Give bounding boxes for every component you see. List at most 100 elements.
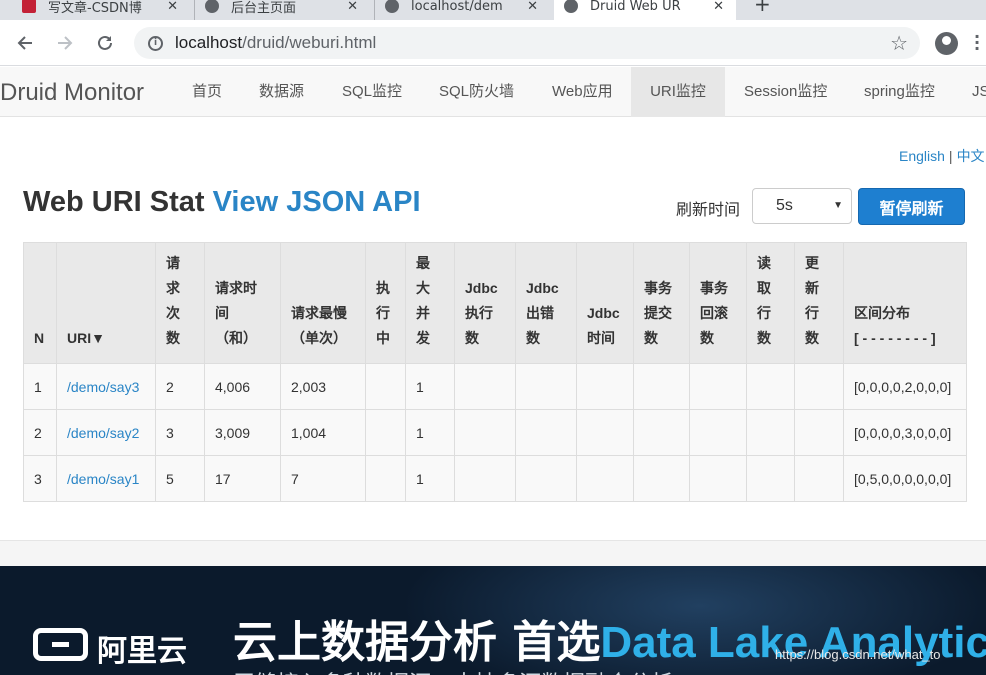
star-icon[interactable]: ☆ <box>890 31 908 55</box>
globe-icon <box>205 0 219 13</box>
cell-concurrent-max: 1 <box>405 409 455 456</box>
cell-update-rows <box>794 409 844 456</box>
close-icon[interactable]: ✕ <box>527 0 538 14</box>
col-header-request-time[interactable]: 请求时间（和） <box>204 242 281 364</box>
cell-max-time: 7 <box>280 455 366 502</box>
cell-uri: /demo/say3 <box>56 363 156 410</box>
cell-jdbc-time <box>576 363 634 410</box>
tab-label: Druid Web UR <box>590 0 681 14</box>
banner-title-cn: 云上数据分析 首选 <box>233 617 601 668</box>
english-link[interactable]: English <box>899 148 945 164</box>
nav-item-spring[interactable]: spring监控 <box>864 67 935 117</box>
nav-item-sql[interactable]: SQL监控 <box>342 67 402 117</box>
aliyun-logo-icon <box>33 628 88 661</box>
cell-tx-rollback <box>689 455 747 502</box>
nav-item-uri[interactable]: URI监控 <box>631 67 725 117</box>
table-header-row: N URI▼ 请求次数 请求时间（和） 请求最慢 （单次） 执行中 最大并发 Jd… <box>23 242 967 364</box>
close-icon[interactable]: ✕ <box>167 0 178 14</box>
col-header-uri[interactable]: URI▼ <box>56 242 156 364</box>
col-header-request-count[interactable]: 请求次数 <box>155 242 205 364</box>
reload-icon[interactable] <box>91 29 119 57</box>
uri-stat-table: N URI▼ 请求次数 请求时间（和） 请求最慢 （单次） 执行中 最大并发 Jd… <box>23 242 967 502</box>
cell-tx-commit <box>633 455 690 502</box>
cell-running <box>365 363 406 410</box>
refresh-interval-select[interactable]: 5s ▼ <box>752 188 852 224</box>
browser-toolbar: i localhost/druid/weburi.html ☆ · · · <box>0 20 986 66</box>
banner-subtitle: 无缝接入多种数据源，支持多源数据融合分析 <box>233 666 673 675</box>
cell-tx-rollback <box>689 363 747 410</box>
csdn-watermark: https://blog.csdn.net/what_to <box>775 647 941 662</box>
col-header-tx-rollback[interactable]: 事务 回滚数 <box>689 242 747 364</box>
caret-down-icon: ▼ <box>833 200 843 211</box>
col-header-tx-commit[interactable]: 事务 提交数 <box>633 242 690 364</box>
cell-jdbc-exec <box>454 455 516 502</box>
col-header-jdbc-time[interactable]: Jdbc 时间 <box>576 242 634 364</box>
globe-icon <box>385 0 399 13</box>
info-icon[interactable]: i <box>148 35 163 51</box>
brand-logo[interactable]: Druid Monitor <box>0 79 144 107</box>
browser-tab[interactable]: localhost/dem ✕ <box>374 0 550 20</box>
profile-icon[interactable] <box>935 32 958 55</box>
cell-fetch-rows <box>746 455 795 502</box>
close-icon[interactable]: ✕ <box>713 0 724 14</box>
cell-fetch-rows <box>746 363 795 410</box>
chinese-link[interactable]: 中文 <box>957 148 985 164</box>
new-tab-button[interactable]: + <box>754 0 771 16</box>
cell-jdbc-exec <box>454 363 516 410</box>
globe-icon <box>564 0 578 13</box>
menu-icon[interactable]: · · · <box>974 29 980 57</box>
col-header-concurrent-max[interactable]: 最大并发 <box>405 242 455 364</box>
nav-item-wall[interactable]: SQL防火墙 <box>439 67 514 117</box>
cell-n: 1 <box>23 363 57 410</box>
cell-n: 3 <box>23 455 57 502</box>
cell-histogram: [0,5,0,0,0,0,0,0] <box>843 455 967 502</box>
uri-link[interactable]: /demo/say1 <box>67 471 139 487</box>
language-switch: English | 中文 <box>899 146 985 166</box>
cell-jdbc-exec <box>454 409 516 456</box>
col-header-jdbc-error[interactable]: Jdbc 出错数 <box>515 242 577 364</box>
nav-item-datasource[interactable]: 数据源 <box>259 67 304 117</box>
uri-stat-table-wrap: N URI▼ 请求次数 请求时间（和） 请求最慢 （单次） 执行中 最大并发 Jd… <box>23 242 986 502</box>
col-header-n[interactable]: N <box>23 242 57 364</box>
browser-tab-active[interactable]: Druid Web UR ✕ <box>554 0 736 20</box>
col-header-histogram[interactable]: 区间分布[ - - - - - - - - ] <box>843 242 967 364</box>
cell-request-count: 3 <box>155 409 205 456</box>
address-bar[interactable]: i localhost/druid/weburi.html ☆ <box>134 27 920 59</box>
cell-jdbc-error <box>515 455 577 502</box>
cell-request-count: 5 <box>155 455 205 502</box>
tab-label: 写文章-CSDN博 <box>48 0 142 16</box>
cell-tx-commit <box>633 363 690 410</box>
table-row: 2 /demo/say2 3 3,009 1,004 1 [0,0,0,0,3,… <box>23 409 967 456</box>
cell-histogram: [0,0,0,0,3,0,0,0] <box>843 409 967 456</box>
page-title: Web URI Stat View JSON API <box>23 186 421 219</box>
browser-tab[interactable]: 写文章-CSDN博 ✕ <box>12 0 190 20</box>
cell-jdbc-error <box>515 409 577 456</box>
col-header-jdbc-exec[interactable]: Jdbc 执行数 <box>454 242 516 364</box>
cell-fetch-rows <box>746 409 795 456</box>
cell-request-time: 4,006 <box>204 363 281 410</box>
col-header-fetch-rows[interactable]: 读取行数 <box>746 242 795 364</box>
json-api-link[interactable]: View JSON API <box>213 186 421 218</box>
col-header-update-rows[interactable]: 更新行数 <box>794 242 844 364</box>
nav-item-json[interactable]: JS <box>972 67 986 117</box>
cell-tx-rollback <box>689 409 747 456</box>
uri-link[interactable]: /demo/say3 <box>67 379 139 395</box>
table-row: 3 /demo/say1 5 17 7 1 [0,5,0,0,0,0,0,0] <box>23 455 967 502</box>
close-icon[interactable]: ✕ <box>347 0 358 14</box>
browser-tab[interactable]: 后台主页面 ✕ <box>194 0 370 20</box>
nav-item-session[interactable]: Session监控 <box>744 67 827 117</box>
back-icon[interactable] <box>11 29 39 57</box>
refresh-label: 刷新时间 <box>676 200 741 219</box>
footer-divider <box>0 540 986 566</box>
cell-request-time: 17 <box>204 455 281 502</box>
col-header-running[interactable]: 执行中 <box>365 242 406 364</box>
pause-refresh-button[interactable]: 暂停刷新 <box>858 188 965 225</box>
uri-link[interactable]: /demo/say2 <box>67 425 139 441</box>
nav-item-home[interactable]: 首页 <box>192 67 222 117</box>
cell-running <box>365 455 406 502</box>
forward-icon[interactable] <box>51 29 79 57</box>
col-header-max-time[interactable]: 请求最慢 （单次） <box>280 242 366 364</box>
cell-concurrent-max: 1 <box>405 455 455 502</box>
nav-item-webapp[interactable]: Web应用 <box>552 67 613 117</box>
cell-uri: /demo/say2 <box>56 409 156 456</box>
